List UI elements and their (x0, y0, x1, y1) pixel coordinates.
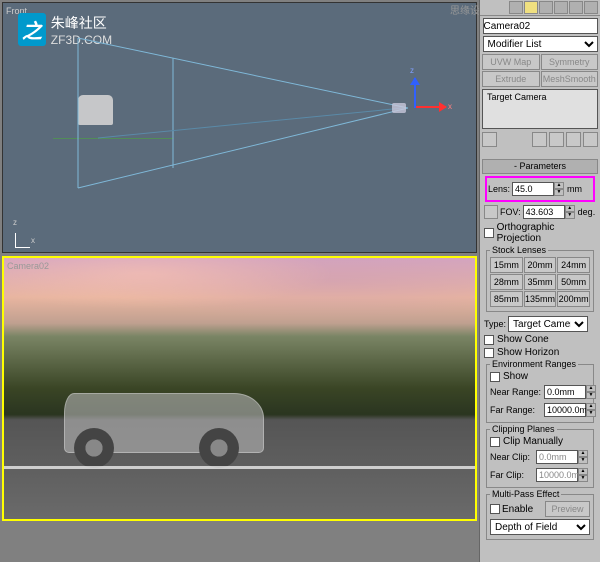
car-wheel (74, 428, 114, 468)
modify-tab-icon[interactable] (524, 1, 538, 14)
modifier-list-dropdown[interactable]: Modifier List (483, 36, 598, 52)
car-wheel (199, 428, 239, 468)
preset-50mm[interactable]: 50mm (557, 274, 590, 290)
lens-spinner[interactable]: 45.0 ▲▼ (512, 182, 564, 196)
axis-tripod: z x (15, 228, 35, 248)
safe-frame-line (4, 466, 475, 469)
show-cone-label: Show Cone (497, 334, 549, 345)
viewport-label: Camera02 (7, 261, 49, 271)
utilities-tab-icon[interactable] (584, 1, 598, 14)
meshsmooth-button[interactable]: MeshSmooth (541, 71, 599, 87)
multipass-group: Enable Preview Depth of Field (486, 494, 594, 540)
show-horizon-label: Show Horizon (497, 347, 559, 358)
viewport-area: Front 之 朱峰社区 ZF3D.COM z x z (0, 0, 479, 562)
type-label: Type: (484, 319, 506, 329)
preset-24mm[interactable]: 24mm (557, 257, 590, 273)
car-geometry-front (78, 95, 113, 125)
clipping-group: Clip Manually Near Clip: 0.0mm ▲▼ Far Cl… (486, 429, 594, 488)
parameters-rollout-header[interactable]: Parameters (482, 159, 598, 174)
fov-spinner[interactable]: 43.603 ▲▼ (523, 205, 575, 219)
multipass-effect-dropdown[interactable]: Depth of Field (490, 519, 590, 535)
extrude-button[interactable]: Extrude (482, 71, 540, 87)
fov-direction-icon[interactable] (484, 205, 498, 219)
far-range-spinner[interactable]: 10000.0m ▲▼ (544, 403, 596, 417)
far-clip-spinner[interactable]: 10000.0m ▲▼ (536, 468, 588, 482)
panel-tabs (480, 0, 600, 16)
near-range-spinner[interactable]: 0.0mm ▲▼ (544, 385, 596, 399)
enable-multipass-checkbox[interactable] (490, 504, 500, 514)
transform-gizmo[interactable]: z x (386, 78, 446, 138)
preset-85mm[interactable]: 85mm (490, 291, 523, 307)
preset-20mm[interactable]: 20mm (524, 257, 557, 273)
show-end-result-icon[interactable] (532, 132, 547, 147)
ground-plane (53, 138, 173, 139)
motion-tab-icon[interactable] (554, 1, 568, 14)
uvw-map-button[interactable]: UVW Map (482, 54, 540, 70)
preset-135mm[interactable]: 135mm (524, 291, 557, 307)
clip-manual-checkbox[interactable] (490, 437, 500, 447)
hierarchy-tab-icon[interactable] (539, 1, 553, 14)
preview-button[interactable]: Preview (545, 501, 590, 517)
show-cone-checkbox[interactable] (484, 335, 494, 345)
display-tab-icon[interactable] (569, 1, 583, 14)
pin-stack-icon[interactable] (482, 132, 497, 147)
ortho-label: Orthographic Projection (497, 222, 596, 244)
lens-highlight: Lens: 45.0 ▲▼ mm (485, 176, 595, 202)
make-unique-icon[interactable] (549, 132, 564, 147)
object-name-field[interactable] (483, 18, 598, 34)
configure-sets-icon[interactable] (583, 132, 598, 147)
camera-type-dropdown[interactable]: Target Camera (508, 316, 588, 332)
remove-modifier-icon[interactable] (566, 132, 581, 147)
symmetry-button[interactable]: Symmetry (541, 54, 599, 70)
stack-item[interactable]: Target Camera (483, 90, 597, 104)
command-panel: Modifier List UVW Map Symmetry Extrude M… (479, 0, 600, 562)
preset-15mm[interactable]: 15mm (490, 257, 523, 273)
watermark: 之 朱峰社区 ZF3D.COM (18, 13, 112, 47)
fov-label: FOV: (500, 207, 521, 217)
modifier-stack[interactable]: Target Camera (482, 89, 598, 129)
camera-viewport[interactable]: Camera02 (2, 256, 477, 521)
env-ranges-group: Show Near Range: 0.0mm ▲▼ Far Range: 100… (486, 364, 594, 423)
parameters-rollout: Lens: 45.0 ▲▼ mm FOV: 43.603 ▲▼ deg. Ort… (484, 176, 596, 540)
preset-28mm[interactable]: 28mm (490, 274, 523, 290)
ortho-checkbox[interactable] (484, 228, 494, 238)
preset-35mm[interactable]: 35mm (524, 274, 557, 290)
background-photo (4, 258, 475, 519)
front-viewport[interactable]: Front 之 朱峰社区 ZF3D.COM z x z (2, 2, 477, 253)
preset-200mm[interactable]: 200mm (557, 291, 590, 307)
stock-lenses-group: 15mm 20mm 24mm 28mm 35mm 50mm 85mm 135mm… (486, 250, 594, 312)
env-show-checkbox[interactable] (490, 372, 500, 382)
show-horizon-checkbox[interactable] (484, 348, 494, 358)
create-tab-icon[interactable] (509, 1, 523, 14)
near-clip-spinner[interactable]: 0.0mm ▲▼ (536, 450, 588, 464)
lens-label: Lens: (488, 184, 510, 194)
